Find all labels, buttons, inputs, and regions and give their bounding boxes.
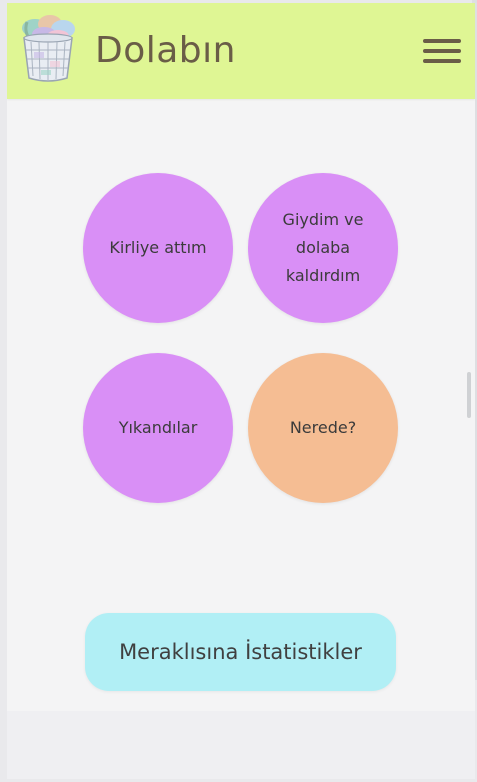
app-header: Dolabın bbox=[7, 3, 475, 99]
washed-label: Yıkandılar bbox=[118, 418, 198, 437]
menu-bar bbox=[423, 59, 461, 63]
laundry-basket-icon bbox=[17, 12, 79, 84]
app-frame: Dolabın Kirliye attım Giydim ve dolaba k… bbox=[7, 3, 475, 779]
statistics-button[interactable]: Meraklısına İstatistikler bbox=[85, 613, 396, 691]
footer-area bbox=[7, 711, 475, 779]
worn-and-stored-button[interactable]: Giydim ve dolaba kaldırdım bbox=[248, 173, 398, 323]
worn-and-stored-label: Giydim ve dolaba kaldırdım bbox=[282, 210, 364, 285]
dirty-laundry-button[interactable]: Kirliye attım bbox=[83, 173, 233, 323]
statistics-label: Meraklısına İstatistikler bbox=[119, 640, 362, 664]
dirty-laundry-label: Kirliye attım bbox=[109, 238, 207, 257]
scrollbar-handle[interactable] bbox=[467, 372, 471, 418]
menu-bar bbox=[423, 39, 461, 43]
where-is-it-label: Nerede? bbox=[289, 418, 357, 437]
app-title: Dolabın bbox=[95, 30, 236, 71]
hamburger-menu-icon[interactable] bbox=[423, 37, 461, 65]
washed-button[interactable]: Yıkandılar bbox=[83, 353, 233, 503]
where-is-it-button[interactable]: Nerede? bbox=[248, 353, 398, 503]
menu-bar bbox=[423, 49, 461, 53]
